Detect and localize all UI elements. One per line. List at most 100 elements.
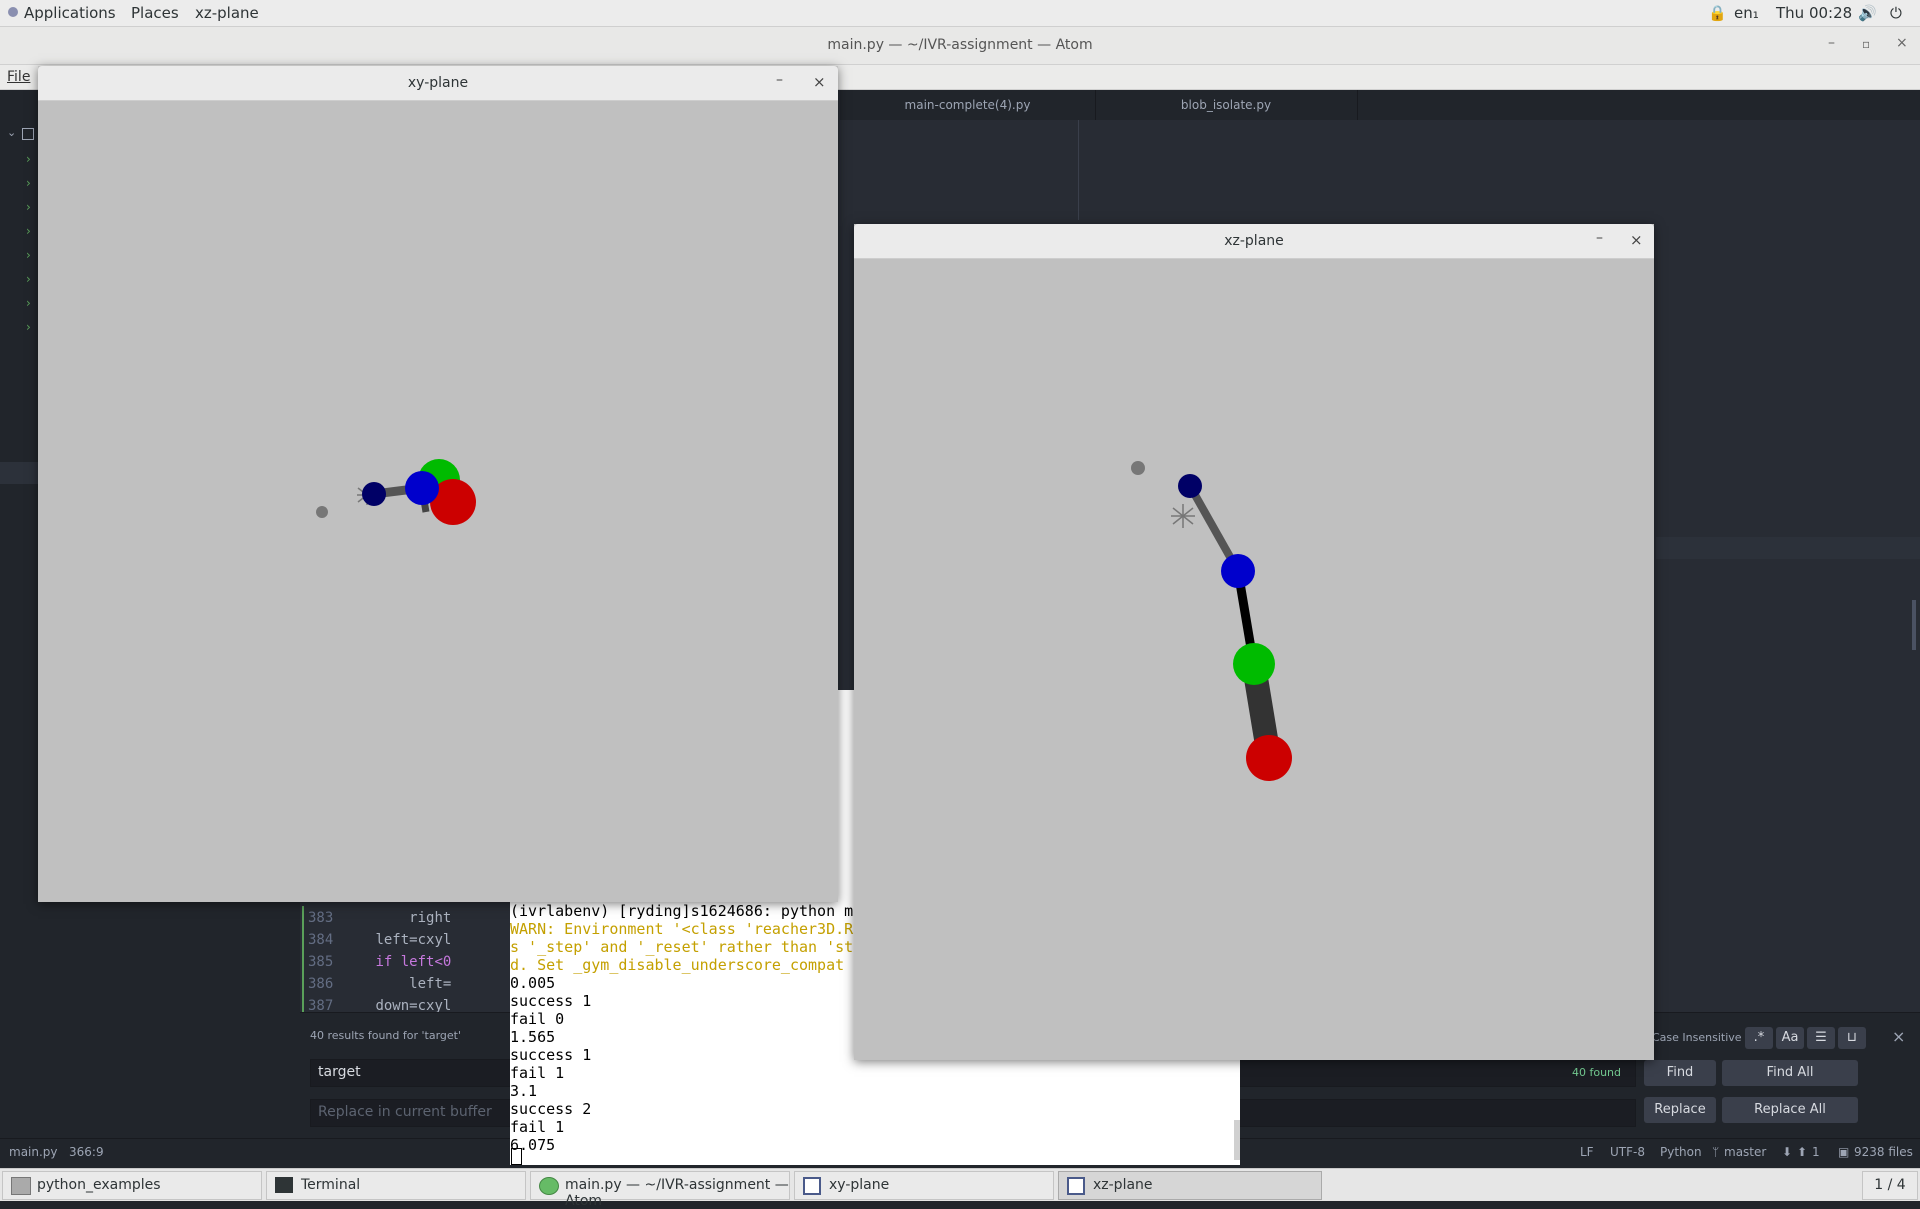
lock-icon: 🔒 xyxy=(1708,4,1727,22)
status-push-count: 1 xyxy=(1812,1145,1820,1159)
code-line: 383 right xyxy=(308,910,452,926)
find-results-text: 40 results found for 'target' xyxy=(310,1029,461,1042)
folder-chevron-icon[interactable]: › xyxy=(26,248,31,262)
xy-plane-titlebar[interactable]: xy-plane – × xyxy=(38,66,838,101)
taskbar-label: main.py — ~/IVR-assignment — Atom xyxy=(565,1177,789,1209)
found-count: 40 found xyxy=(1571,1066,1621,1079)
folder-chevron-icon[interactable]: › xyxy=(26,200,31,214)
terminal-scrollbar[interactable] xyxy=(1234,1120,1240,1160)
power-icon[interactable]: ⏻ xyxy=(1890,4,1902,22)
cursor-line-highlight xyxy=(1656,537,1920,559)
taskbar-item-xy-plane[interactable]: xy-plane xyxy=(794,1171,1054,1200)
replace-button[interactable]: Replace xyxy=(1644,1097,1716,1123)
language-indicator[interactable]: en₁ xyxy=(1734,4,1759,22)
status-files-count[interactable]: 9238 files xyxy=(1854,1145,1913,1159)
taskbar-item-terminal[interactable]: Terminal xyxy=(266,1171,526,1200)
terminal-line: 1.565 xyxy=(510,1028,556,1046)
case-toggle-button[interactable]: Aa xyxy=(1776,1027,1804,1049)
minimize-icon[interactable]: – xyxy=(776,72,783,88)
terminal-line: success 1 xyxy=(510,992,592,1010)
xy-plane-title: xy-plane xyxy=(407,75,469,91)
terminal-line: fail 0 xyxy=(510,1010,565,1028)
case-insensitive-label: Case Insensitive xyxy=(1652,1031,1742,1044)
whole-word-toggle-button[interactable]: ⊔ xyxy=(1838,1027,1866,1049)
window-icon xyxy=(803,1177,821,1195)
repo-icon xyxy=(22,128,34,140)
taskbar-label: xy-plane xyxy=(829,1177,890,1193)
atom-minimize-button[interactable]: – xyxy=(1828,35,1835,51)
fetch-arrow-icon[interactable]: ⬇ xyxy=(1782,1145,1792,1159)
terminal-line: s '_step' and '_reset' rather than 'st xyxy=(510,938,854,956)
taskbar-label: Terminal xyxy=(301,1177,361,1193)
terminal-icon xyxy=(275,1177,293,1193)
find-button[interactable]: Find xyxy=(1644,1060,1716,1086)
applications-label: Applications xyxy=(24,4,116,22)
minimize-icon[interactable]: – xyxy=(1596,230,1603,246)
status-encoding[interactable]: UTF-8 xyxy=(1610,1145,1645,1159)
code-line: 387 down=cxyl xyxy=(308,998,452,1012)
red-end-effector xyxy=(1246,735,1292,781)
terminal-line: fail 1 xyxy=(510,1064,565,1082)
code-line: 386 left= xyxy=(308,976,452,992)
active-app-menu[interactable]: xz-plane xyxy=(195,4,259,22)
menu-file[interactable]: File xyxy=(7,69,30,85)
regex-toggle-button[interactable]: .* xyxy=(1745,1027,1773,1049)
find-all-button[interactable]: Find All xyxy=(1722,1060,1858,1086)
taskbar-label: python_examples xyxy=(37,1177,161,1193)
taskbar-item-atom[interactable]: main.py — ~/IVR-assignment — Atom xyxy=(530,1171,790,1209)
terminal-line: (ivrlabenv) [ryding]s1624686: python m xyxy=(510,902,854,920)
folder-chevron-icon[interactable]: › xyxy=(26,320,31,334)
xy-plane-canvas xyxy=(316,459,476,525)
terminal-line: success 1 xyxy=(510,1046,592,1064)
folder-chevron-icon[interactable]: › xyxy=(26,296,31,310)
terminal-line: 0.005 xyxy=(510,974,556,992)
atom-window-title: main.py — ~/IVR-assignment — Atom xyxy=(827,37,1093,53)
xz-plane-title: xz-plane xyxy=(1224,233,1284,249)
replace-all-button[interactable]: Replace All xyxy=(1722,1097,1858,1123)
clock[interactable]: Thu 00:28 xyxy=(1776,4,1852,22)
taskbar-item-python-examples[interactable]: python_examples xyxy=(2,1171,262,1200)
close-icon[interactable]: × xyxy=(1630,231,1643,249)
xz-plane-window[interactable]: xz-plane – × xyxy=(854,224,1654,1060)
applications-menu[interactable]: Applications xyxy=(8,4,116,22)
replace-placeholder: Replace in current buffer xyxy=(318,1104,492,1120)
atom-titlebar: main.py — ~/IVR-assignment — Atom – ▫ × xyxy=(0,27,1920,65)
folder-chevron-icon[interactable]: › xyxy=(26,272,31,286)
atom-maximize-button[interactable]: ▫ xyxy=(1862,37,1870,51)
workspace-switcher[interactable]: 1 / 4 xyxy=(1862,1171,1918,1200)
base-joint xyxy=(362,482,386,506)
target-dot xyxy=(316,506,328,518)
volume-icon[interactable]: 🔊 xyxy=(1858,4,1877,22)
taskbar-item-xz-plane[interactable]: xz-plane xyxy=(1058,1171,1322,1200)
folder-chevron-icon[interactable]: › xyxy=(26,224,31,238)
project-root-chevron-icon[interactable]: ⌄ xyxy=(7,126,16,139)
close-icon[interactable]: × xyxy=(813,73,826,91)
tab-bar: main-complete(4).py blob_isolate.py xyxy=(840,90,1920,121)
terminal-line: 3.1 xyxy=(510,1082,538,1100)
editor-scrollbar[interactable] xyxy=(1912,600,1916,650)
branch-icon: ᛘ xyxy=(1712,1145,1720,1159)
status-file-name[interactable]: main.py xyxy=(9,1145,58,1159)
atom-close-button[interactable]: × xyxy=(1896,35,1908,51)
xz-plane-canvas xyxy=(1131,461,1292,781)
folder-chevron-icon[interactable]: › xyxy=(26,152,31,166)
status-line-ending[interactable]: LF xyxy=(1580,1145,1594,1159)
tab-blob-isolate[interactable]: blob_isolate.py xyxy=(1095,90,1358,120)
status-cursor-position[interactable]: 366:9 xyxy=(69,1145,104,1159)
target-star-icon xyxy=(1171,504,1195,528)
tab-main-complete[interactable]: main-complete(4).py xyxy=(840,90,1096,120)
terminal-line: success 2 xyxy=(510,1100,592,1118)
terminal-line: WARN: Environment '<class 'reacher3D.R xyxy=(510,920,854,938)
status-grammar[interactable]: Python xyxy=(1660,1145,1702,1159)
taskbar: python_examples Terminal main.py — ~/IVR… xyxy=(0,1168,1920,1209)
selection-toggle-button[interactable]: ☰ xyxy=(1807,1027,1835,1049)
places-menu[interactable]: Places xyxy=(131,4,179,22)
close-find-icon[interactable]: × xyxy=(1892,1027,1905,1046)
base-joint xyxy=(1178,474,1202,498)
folder-chevron-icon[interactable]: › xyxy=(26,176,31,190)
status-branch[interactable]: master xyxy=(1724,1145,1766,1159)
xy-plane-window[interactable]: xy-plane – × xyxy=(38,66,838,902)
xz-plane-titlebar[interactable]: xz-plane – × xyxy=(854,224,1654,259)
push-arrow-icon[interactable]: ⬆ xyxy=(1797,1145,1807,1159)
terminal-line: fail 1 xyxy=(510,1118,565,1136)
